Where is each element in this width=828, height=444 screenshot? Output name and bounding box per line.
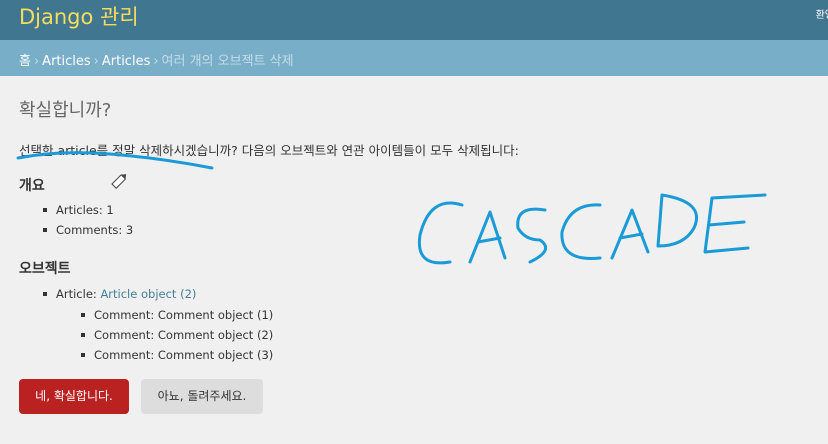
underline-annotation	[16, 151, 214, 170]
cursor-icon	[111, 174, 127, 189]
handwriting-cascade	[417, 193, 767, 265]
handwritten-annotation-overlay	[16, 151, 767, 265]
